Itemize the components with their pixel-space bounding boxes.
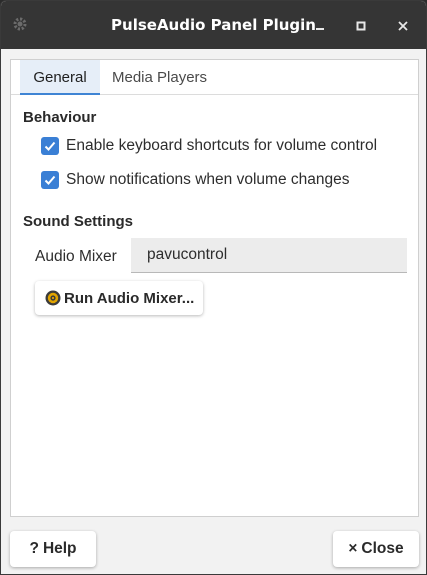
close-window-button[interactable] (392, 15, 414, 37)
notifications-label: Show notifications when volume changes (66, 171, 350, 188)
tab-bar: General Media Players (11, 60, 418, 95)
close-label: Close (361, 540, 404, 557)
settings-notebook: General Media Players Behaviour Enable k… (10, 59, 419, 517)
audio-mixer-label: Audio Mixer (35, 248, 117, 265)
minimize-icon (316, 28, 324, 30)
titlebar: PulseAudio Panel Plugin (1, 1, 426, 49)
speaker-icon (45, 290, 61, 306)
keyboard-shortcuts-label: Enable keyboard shortcuts for volume con… (66, 137, 378, 154)
checkmark-icon (44, 141, 56, 151)
audio-mixer-input[interactable] (131, 238, 407, 273)
notifications-checkbox[interactable] (41, 171, 59, 189)
tab-media-players[interactable]: Media Players (101, 60, 218, 95)
help-label: Help (42, 540, 77, 557)
sound-settings-heading: Sound Settings (23, 213, 133, 230)
dialog-window: PulseAudio Panel Plugin General Media Pl… (0, 0, 427, 575)
notifications-option[interactable]: Show notifications when volume changes (41, 170, 349, 190)
keyboard-shortcuts-checkbox[interactable] (41, 137, 59, 155)
maximize-icon (356, 21, 366, 31)
close-icon (398, 21, 408, 31)
tab-general[interactable]: General (20, 60, 100, 95)
close-button[interactable]: × Close (333, 531, 419, 567)
minimize-button[interactable] (309, 15, 331, 37)
close-icon: × (348, 540, 358, 557)
run-audio-mixer-button[interactable]: Run Audio Mixer... (35, 281, 203, 315)
maximize-button[interactable] (350, 15, 372, 37)
keyboard-shortcuts-option[interactable]: Enable keyboard shortcuts for volume con… (41, 136, 377, 156)
behaviour-heading: Behaviour (23, 109, 97, 126)
help-icon: ? (29, 540, 39, 557)
run-audio-mixer-label: Run Audio Mixer... (64, 289, 195, 307)
help-button[interactable]: ? Help (10, 531, 96, 567)
checkmark-icon (44, 175, 56, 185)
